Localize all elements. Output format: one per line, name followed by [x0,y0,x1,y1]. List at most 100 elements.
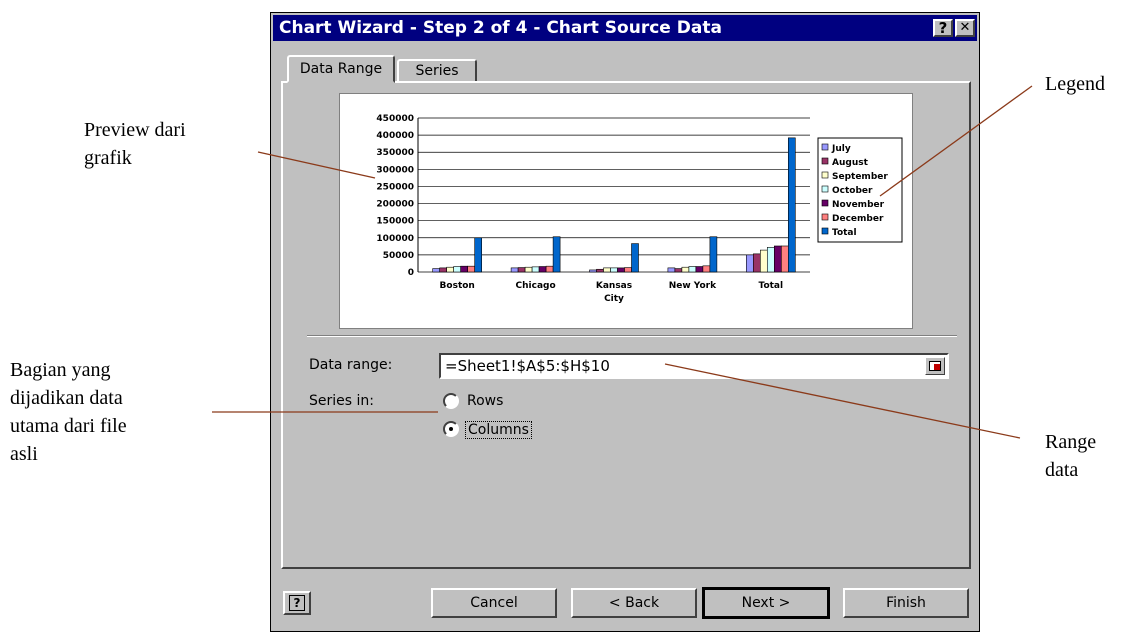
x-tick-label: Chicago [516,281,556,291]
bar [589,269,597,273]
collapse-dialog-button[interactable] [925,357,945,375]
radio-rows[interactable] [443,393,459,409]
annotation-line: Preview dari [84,119,186,141]
bar [631,243,639,273]
annotation-line: grafik [84,147,132,169]
series-in-label: Series in: [309,393,374,409]
bar [545,265,554,273]
bar [610,267,618,273]
y-tick-label: 450000 [376,114,414,124]
annotation-preview: Preview dari grafik [84,116,186,172]
x-tick-label: City [604,294,624,304]
x-tick-label: Boston [440,281,475,291]
help-icon-button[interactable]: ? [283,591,311,615]
radio-dot [449,427,453,431]
legend-swatch [821,199,829,207]
legend-label: July [831,144,851,154]
bar [617,267,625,273]
y-tick-label: 400000 [376,131,414,141]
annotation-line: Bagian yang [10,359,111,381]
help-icon: ? [289,595,305,611]
bar [517,267,526,273]
y-tick-label: 200000 [376,200,414,210]
annotation-line: utama dari file [10,415,127,437]
tab-series[interactable]: Series [397,59,477,83]
finish-button[interactable]: Finish [843,588,969,618]
title-bar: Chart Wizard - Step 2 of 4 - Chart Sourc… [273,15,977,41]
bar [780,245,789,273]
separator [307,335,957,337]
annotation-line: data [1045,459,1079,481]
data-range-input[interactable]: =Sheet1!$A$5:$H$10 [439,353,949,379]
back-button[interactable]: < Back [571,588,697,618]
bar [603,267,611,273]
bar [759,249,768,273]
legend-swatch [821,213,829,221]
annotation-line: dijadikan data [10,387,123,409]
tab-panel: 450000 400000 350000 300000 250000 200000 1500… [281,81,971,569]
bar [596,268,604,273]
bar [688,266,697,273]
chart-preview: 450000 400000 350000 300000 250000 200000 1500… [339,93,913,329]
bar [552,236,561,273]
bar [432,268,440,273]
bar [752,253,761,273]
bar [773,245,782,273]
bar [787,137,796,273]
y-tick-label: 50000 [383,251,414,261]
annotation-line: Range [1045,431,1097,453]
y-tick-label: 250000 [376,182,414,192]
bar [453,266,461,273]
data-range-value: =Sheet1!$A$5:$H$10 [445,357,610,375]
annotation-main-data: Bagian yang dijadikan data utama dari fi… [10,356,127,468]
columns-label[interactable]: Columns [465,421,532,439]
legend-swatch [821,185,829,193]
bar [446,266,454,273]
y-tick-label: 0 [408,268,414,278]
close-button[interactable]: ✕ [955,19,975,37]
legend-label: November [832,200,885,210]
rows-label[interactable]: Rows [467,393,503,409]
window-title: Chart Wizard - Step 2 of 4 - Chart Sourc… [279,18,722,38]
next-button[interactable]: Next > [702,587,830,619]
x-tick-label: Kansas [596,281,632,291]
annotation-line: asli [10,443,38,465]
bar [674,268,683,273]
radio-columns[interactable] [443,421,459,437]
legend-label: Total [832,228,857,238]
legend-label: October [832,186,873,196]
bar [510,267,519,273]
x-tick-label: Total [759,281,784,291]
bar [467,265,475,273]
cancel-button[interactable]: Cancel [431,588,557,618]
legend-label: August [832,158,869,168]
annotation-range: Range data [1045,428,1096,484]
bar [524,266,533,273]
bar [667,267,676,273]
bar [460,265,468,273]
y-tick-label: 350000 [376,148,414,158]
bar [538,266,547,273]
legend-label: December [832,214,884,224]
bar [695,266,704,273]
y-tick-label: 150000 [376,217,414,227]
bar [624,267,632,273]
range-arrow-icon [934,364,940,370]
bar [745,254,754,273]
y-tick-label: 100000 [376,234,414,244]
bar [474,237,482,273]
tab-data-range[interactable]: Data Range [287,55,395,83]
annotation-line: Legend [1045,73,1105,95]
help-button[interactable]: ? [933,19,953,37]
bar [439,267,447,273]
legend-label: September [832,172,888,182]
annotation-legend: Legend [1045,70,1105,98]
x-tick-label: New York [669,281,717,291]
chart-wizard-dialog: Chart Wizard - Step 2 of 4 - Chart Sourc… [270,12,980,632]
bar [709,236,718,273]
bar [766,247,775,273]
bar [681,266,690,273]
legend-swatch [821,171,829,179]
y-tick-label: 300000 [376,165,414,175]
legend-swatch [821,143,829,151]
